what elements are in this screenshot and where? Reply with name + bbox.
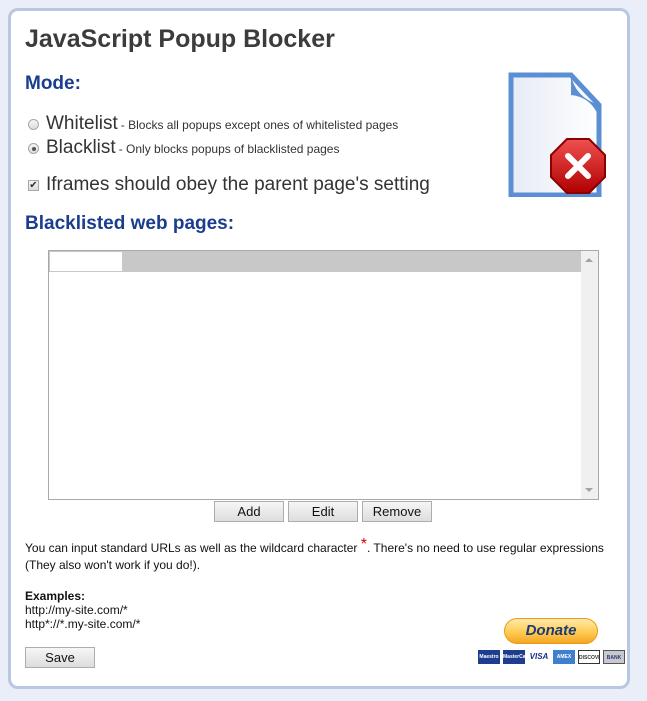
remove-button[interactable]: Remove <box>362 501 432 522</box>
maestro-card-icon: Maestro <box>478 650 500 664</box>
iframes-checkbox[interactable]: ✔ <box>28 179 39 191</box>
scroll-down-arrow-icon[interactable] <box>585 488 593 492</box>
blocked-document-icon <box>508 72 606 197</box>
page-title: JavaScript Popup Blocker <box>25 25 335 53</box>
blacklist-listbox[interactable] <box>48 250 599 500</box>
iframes-option[interactable]: ✔ Iframes should obey the parent page's … <box>28 174 430 196</box>
mode-option-blacklist[interactable]: Blacklist - Only blocks popups of blackl… <box>28 137 339 159</box>
info-text-before: You can input standard URLs as well as t… <box>25 541 361 555</box>
mastercard-card-icon: MasterCard <box>503 650 525 664</box>
blacklist-description: - Only blocks popups of blacklisted page… <box>118 142 340 156</box>
donate-button[interactable]: Donate <box>504 618 598 644</box>
edit-button[interactable]: Edit <box>288 501 358 522</box>
payment-cards: Maestro MasterCard VISA AMEX DISCOVER BA… <box>478 650 625 664</box>
visa-card-icon: VISA <box>528 650 550 664</box>
list-header-cell <box>50 252 122 271</box>
save-button[interactable]: Save <box>25 647 95 668</box>
mode-heading: Mode: <box>25 73 81 94</box>
bank-icon: BANK <box>603 650 625 664</box>
discover-card-icon: DISCOVER <box>578 650 600 664</box>
example-item: http*://*.my-site.com/* <box>25 617 141 631</box>
mode-option-whitelist[interactable]: Whitelist - Blocks all popups except one… <box>28 113 398 135</box>
list-actions: Add Edit Remove <box>214 501 432 522</box>
blacklist-heading: Blacklisted web pages: <box>25 213 235 234</box>
wildcard-info: You can input standard URLs as well as t… <box>25 536 605 574</box>
examples-heading: Examples: <box>25 589 86 603</box>
options-panel: JavaScript Popup Blocker Mode: Whitelist… <box>8 8 630 689</box>
examples: Examples: http://my-site.com/* http*://*… <box>25 589 140 631</box>
list-header <box>49 251 581 272</box>
example-item: http://my-site.com/* <box>25 603 128 617</box>
amex-card-icon: AMEX <box>553 650 575 664</box>
add-button[interactable]: Add <box>214 501 284 522</box>
whitelist-description: - Blocks all popups except ones of white… <box>120 118 399 132</box>
whitelist-label[interactable]: Whitelist <box>46 113 118 135</box>
list-scrollbar[interactable] <box>581 251 598 499</box>
blacklist-radio[interactable] <box>28 143 39 154</box>
iframes-label[interactable]: Iframes should obey the parent page's se… <box>46 174 430 196</box>
scroll-up-arrow-icon[interactable] <box>585 258 593 262</box>
whitelist-radio[interactable] <box>28 119 39 130</box>
blacklist-label[interactable]: Blacklist <box>46 137 116 159</box>
wildcard-asterisk: * <box>360 536 367 553</box>
